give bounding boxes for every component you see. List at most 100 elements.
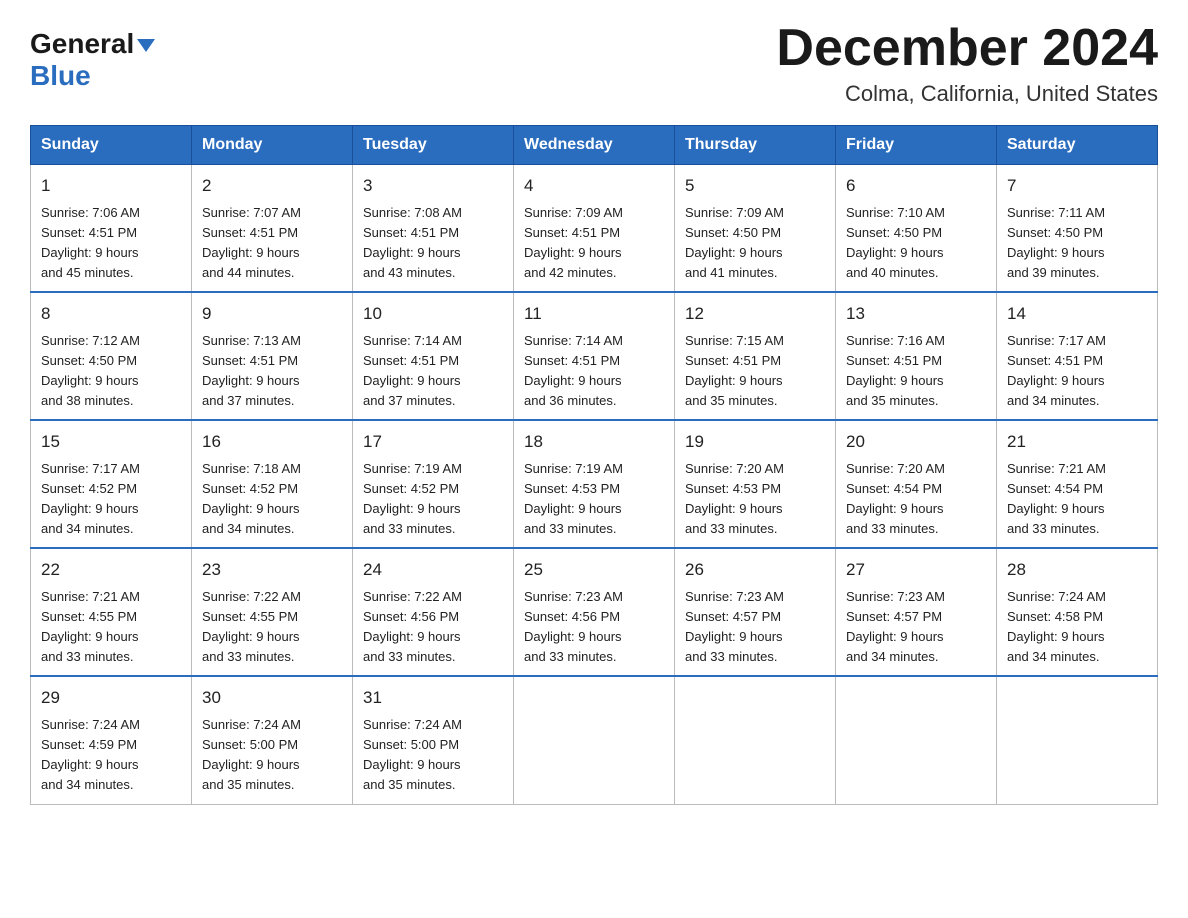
table-row: 16 Sunrise: 7:18 AMSunset: 4:52 PMDayligh… [192,420,353,548]
day-info: Sunrise: 7:15 AMSunset: 4:51 PMDaylight:… [685,331,825,412]
calendar-table: Sunday Monday Tuesday Wednesday Thursday… [30,125,1158,804]
table-row: 25Sunrise: 7:23 AMSunset: 4:56 PMDayligh… [514,548,675,676]
calendar-week-row: 22 Sunrise: 7:21 AMSunset: 4:55 PMDayligh… [31,548,1158,676]
day-info: Sunrise: 7:17 AMSunset: 4:52 PMDaylight:… [41,459,181,540]
logo-blue-text: Blue [30,60,91,92]
day-number: 4 [524,173,664,199]
table-row: 9 Sunrise: 7:13 AMSunset: 4:51 PMDaylight… [192,292,353,420]
table-row: 10 Sunrise: 7:14 AMSunset: 4:51 PMDayligh… [353,292,514,420]
day-info: Sunrise: 7:24 AMSunset: 5:00 PMDaylight:… [363,715,503,796]
day-number: 2 [202,173,342,199]
table-row: 3 Sunrise: 7:08 AMSunset: 4:51 PMDaylight… [353,165,514,293]
day-info: Sunrise: 7:19 AMSunset: 4:52 PMDaylight:… [363,459,503,540]
day-number: 14 [1007,301,1147,327]
table-row: 26 Sunrise: 7:23 AMSunset: 4:57 PMDayligh… [675,548,836,676]
day-number: 17 [363,429,503,455]
col-saturday: Saturday [997,126,1158,165]
calendar-week-row: 1 Sunrise: 7:06 AMSunset: 4:51 PMDaylight… [31,165,1158,293]
day-info: Sunrise: 7:09 AMSunset: 4:50 PMDaylight:… [685,203,825,284]
day-number: 23 [202,557,342,583]
day-info: Sunrise: 7:09 AMSunset: 4:51 PMDaylight:… [524,203,664,284]
col-sunday: Sunday [31,126,192,165]
table-row: 6Sunrise: 7:10 AMSunset: 4:50 PMDaylight… [836,165,997,293]
day-info: Sunrise: 7:13 AMSunset: 4:51 PMDaylight:… [202,331,342,412]
day-info: Sunrise: 7:23 AMSunset: 4:57 PMDaylight:… [846,587,986,668]
day-info: Sunrise: 7:23 AMSunset: 4:57 PMDaylight:… [685,587,825,668]
day-number: 26 [685,557,825,583]
day-number: 3 [363,173,503,199]
day-number: 27 [846,557,986,583]
table-row [836,676,997,804]
col-thursday: Thursday [675,126,836,165]
table-row: 28Sunrise: 7:24 AMSunset: 4:58 PMDayligh… [997,548,1158,676]
logo-general: General [30,28,134,59]
day-number: 25 [524,557,664,583]
logo-arrow-icon [137,39,155,52]
day-info: Sunrise: 7:14 AMSunset: 4:51 PMDaylight:… [363,331,503,412]
table-row: 1 Sunrise: 7:06 AMSunset: 4:51 PMDaylight… [31,165,192,293]
table-row: 23 Sunrise: 7:22 AMSunset: 4:55 PMDayligh… [192,548,353,676]
table-row: 5 Sunrise: 7:09 AMSunset: 4:50 PMDaylight… [675,165,836,293]
day-number: 11 [524,301,664,327]
day-number: 22 [41,557,181,583]
logo: General Blue [30,20,155,92]
col-tuesday: Tuesday [353,126,514,165]
day-info: Sunrise: 7:20 AMSunset: 4:54 PMDaylight:… [846,459,986,540]
table-row: 7Sunrise: 7:11 AMSunset: 4:50 PMDaylight… [997,165,1158,293]
table-row: 13Sunrise: 7:16 AMSunset: 4:51 PMDayligh… [836,292,997,420]
table-row: 11 Sunrise: 7:14 AMSunset: 4:51 PMDayligh… [514,292,675,420]
day-info: Sunrise: 7:18 AMSunset: 4:52 PMDaylight:… [202,459,342,540]
day-number: 16 [202,429,342,455]
day-number: 30 [202,685,342,711]
day-number: 24 [363,557,503,583]
logo-blue: Blue [30,60,91,91]
day-number: 18 [524,429,664,455]
col-friday: Friday [836,126,997,165]
col-wednesday: Wednesday [514,126,675,165]
day-info: Sunrise: 7:24 AMSunset: 5:00 PMDaylight:… [202,715,342,796]
day-info: Sunrise: 7:06 AMSunset: 4:51 PMDaylight:… [41,203,181,284]
day-info: Sunrise: 7:08 AMSunset: 4:51 PMDaylight:… [363,203,503,284]
table-row: 30 Sunrise: 7:24 AMSunset: 5:00 PMDayligh… [192,676,353,804]
calendar-week-row: 29 Sunrise: 7:24 AMSunset: 4:59 PMDayligh… [31,676,1158,804]
day-number: 10 [363,301,503,327]
table-row [514,676,675,804]
day-number: 7 [1007,173,1147,199]
table-row: 18Sunrise: 7:19 AMSunset: 4:53 PMDayligh… [514,420,675,548]
title-block: December 2024 Colma, California, United … [776,20,1158,107]
day-info: Sunrise: 7:22 AMSunset: 4:55 PMDaylight:… [202,587,342,668]
day-info: Sunrise: 7:24 AMSunset: 4:58 PMDaylight:… [1007,587,1147,668]
day-info: Sunrise: 7:21 AMSunset: 4:54 PMDaylight:… [1007,459,1147,540]
day-info: Sunrise: 7:22 AMSunset: 4:56 PMDaylight:… [363,587,503,668]
col-monday: Monday [192,126,353,165]
day-number: 1 [41,173,181,199]
table-row: 27 Sunrise: 7:23 AMSunset: 4:57 PMDayligh… [836,548,997,676]
day-number: 15 [41,429,181,455]
calendar-header-row: Sunday Monday Tuesday Wednesday Thursday… [31,126,1158,165]
page-location: Colma, California, United States [776,81,1158,107]
table-row: 17 Sunrise: 7:19 AMSunset: 4:52 PMDayligh… [353,420,514,548]
day-number: 5 [685,173,825,199]
calendar-week-row: 8Sunrise: 7:12 AMSunset: 4:50 PMDaylight… [31,292,1158,420]
day-info: Sunrise: 7:24 AMSunset: 4:59 PMDaylight:… [41,715,181,796]
table-row [997,676,1158,804]
table-row: 20Sunrise: 7:20 AMSunset: 4:54 PMDayligh… [836,420,997,548]
day-number: 12 [685,301,825,327]
calendar-week-row: 15 Sunrise: 7:17 AMSunset: 4:52 PMDayligh… [31,420,1158,548]
day-info: Sunrise: 7:21 AMSunset: 4:55 PMDaylight:… [41,587,181,668]
day-number: 6 [846,173,986,199]
day-number: 13 [846,301,986,327]
page-header: General Blue December 2024 Colma, Califo… [30,20,1158,107]
day-info: Sunrise: 7:07 AMSunset: 4:51 PMDaylight:… [202,203,342,284]
day-info: Sunrise: 7:14 AMSunset: 4:51 PMDaylight:… [524,331,664,412]
day-number: 31 [363,685,503,711]
day-number: 9 [202,301,342,327]
day-number: 19 [685,429,825,455]
day-number: 29 [41,685,181,711]
day-number: 8 [41,301,181,327]
table-row: 29 Sunrise: 7:24 AMSunset: 4:59 PMDayligh… [31,676,192,804]
table-row: 21Sunrise: 7:21 AMSunset: 4:54 PMDayligh… [997,420,1158,548]
day-info: Sunrise: 7:20 AMSunset: 4:53 PMDaylight:… [685,459,825,540]
table-row: 4 Sunrise: 7:09 AMSunset: 4:51 PMDaylight… [514,165,675,293]
table-row [675,676,836,804]
